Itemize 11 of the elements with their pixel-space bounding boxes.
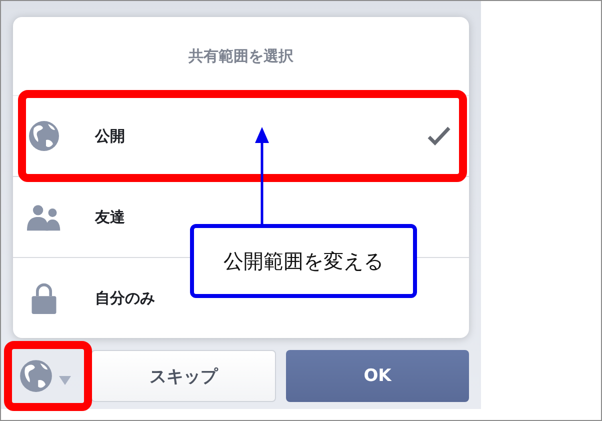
globe-icon bbox=[19, 359, 53, 393]
popover-title: 共有範囲を選択 bbox=[188, 46, 294, 66]
option-label: 公開 bbox=[95, 126, 126, 146]
option-label: 友達 bbox=[95, 208, 126, 226]
globe-icon bbox=[27, 120, 61, 152]
checkmark-icon bbox=[427, 126, 451, 146]
callout-tooltip: 公開範囲を変える bbox=[190, 224, 417, 298]
ok-button[interactable]: OK bbox=[286, 350, 469, 402]
skip-button[interactable]: スキップ bbox=[91, 350, 276, 402]
option-label: 自分のみ bbox=[95, 288, 156, 308]
caret-icon bbox=[59, 376, 71, 384]
